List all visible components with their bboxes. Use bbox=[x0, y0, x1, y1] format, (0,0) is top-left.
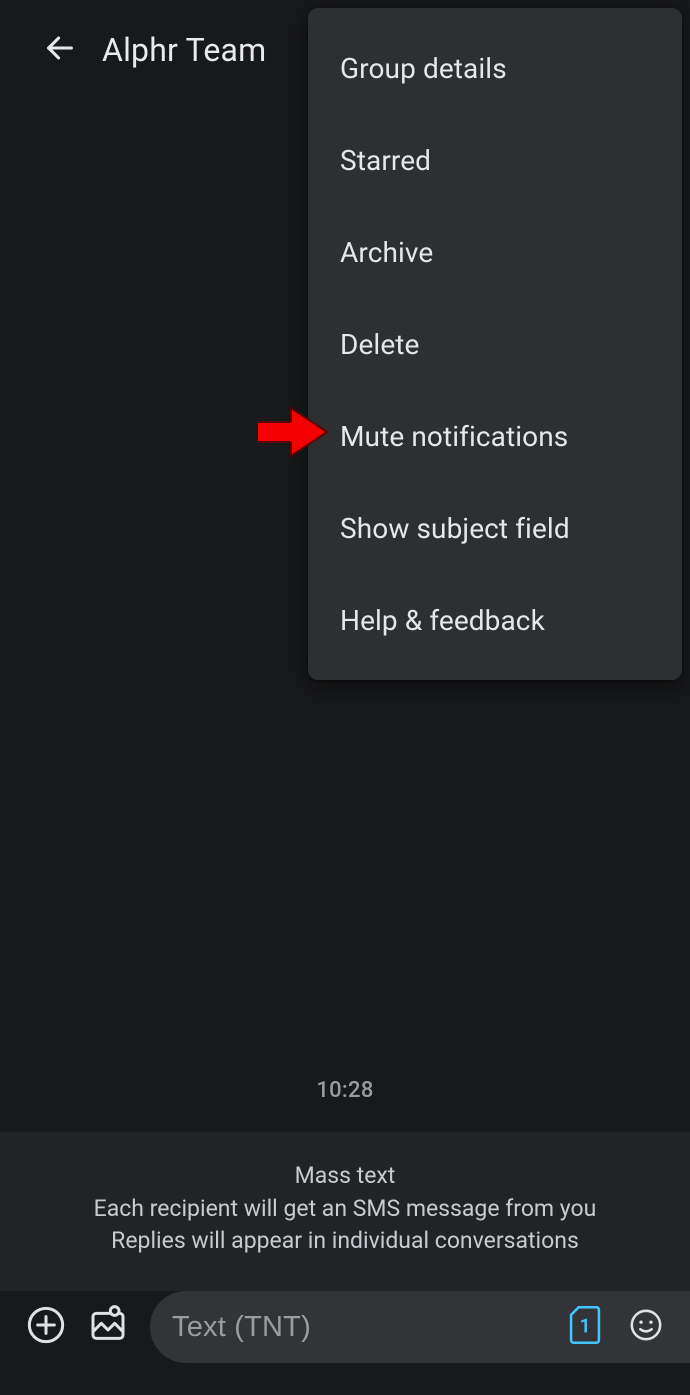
smile-icon bbox=[629, 1308, 663, 1346]
plus-circle-icon bbox=[26, 1305, 66, 1349]
menu-item-label: Archive bbox=[340, 236, 433, 269]
arrow-left-icon bbox=[43, 31, 77, 69]
menu-item-mute-notifications[interactable]: Mute notifications bbox=[308, 390, 682, 482]
sim-selector[interactable]: 1 bbox=[567, 1307, 603, 1347]
menu-item-label: Show subject field bbox=[340, 512, 570, 545]
conversation-title[interactable]: Alphr Team bbox=[102, 31, 266, 69]
menu-item-help-feedback[interactable]: Help & feedback bbox=[308, 574, 682, 666]
menu-item-archive[interactable]: Archive bbox=[308, 206, 682, 298]
banner-line-1: Each recipient will get an SMS message f… bbox=[30, 1193, 660, 1225]
back-button[interactable] bbox=[36, 26, 84, 74]
sim-card-icon: 1 bbox=[569, 1306, 601, 1348]
gallery-button[interactable] bbox=[88, 1302, 128, 1352]
message-input-container: 1 bbox=[150, 1291, 690, 1363]
overflow-menu: Group details Starred Archive Delete Mut… bbox=[308, 8, 682, 680]
banner-line-2: Replies will appear in individual conver… bbox=[30, 1225, 660, 1257]
menu-item-show-subject-field[interactable]: Show subject field bbox=[308, 482, 682, 574]
emoji-button[interactable] bbox=[621, 1302, 671, 1352]
menu-item-label: Mute notifications bbox=[340, 420, 568, 453]
menu-item-group-details[interactable]: Group details bbox=[308, 22, 682, 114]
menu-item-delete[interactable]: Delete bbox=[308, 298, 682, 390]
mass-text-banner: Mass text Each recipient will get an SMS… bbox=[0, 1132, 690, 1291]
banner-title: Mass text bbox=[30, 1162, 660, 1189]
menu-item-starred[interactable]: Starred bbox=[308, 114, 682, 206]
message-input[interactable] bbox=[172, 1311, 549, 1344]
menu-item-label: Help & feedback bbox=[340, 604, 545, 637]
message-timestamp: 10:28 bbox=[0, 1078, 690, 1103]
add-attachment-button[interactable] bbox=[26, 1302, 66, 1352]
image-icon bbox=[88, 1305, 128, 1349]
menu-item-label: Starred bbox=[340, 144, 431, 177]
menu-item-label: Group details bbox=[340, 52, 507, 85]
message-composer: 1 bbox=[0, 1281, 690, 1395]
menu-item-label: Delete bbox=[340, 328, 420, 361]
sim-number: 1 bbox=[580, 1315, 591, 1338]
